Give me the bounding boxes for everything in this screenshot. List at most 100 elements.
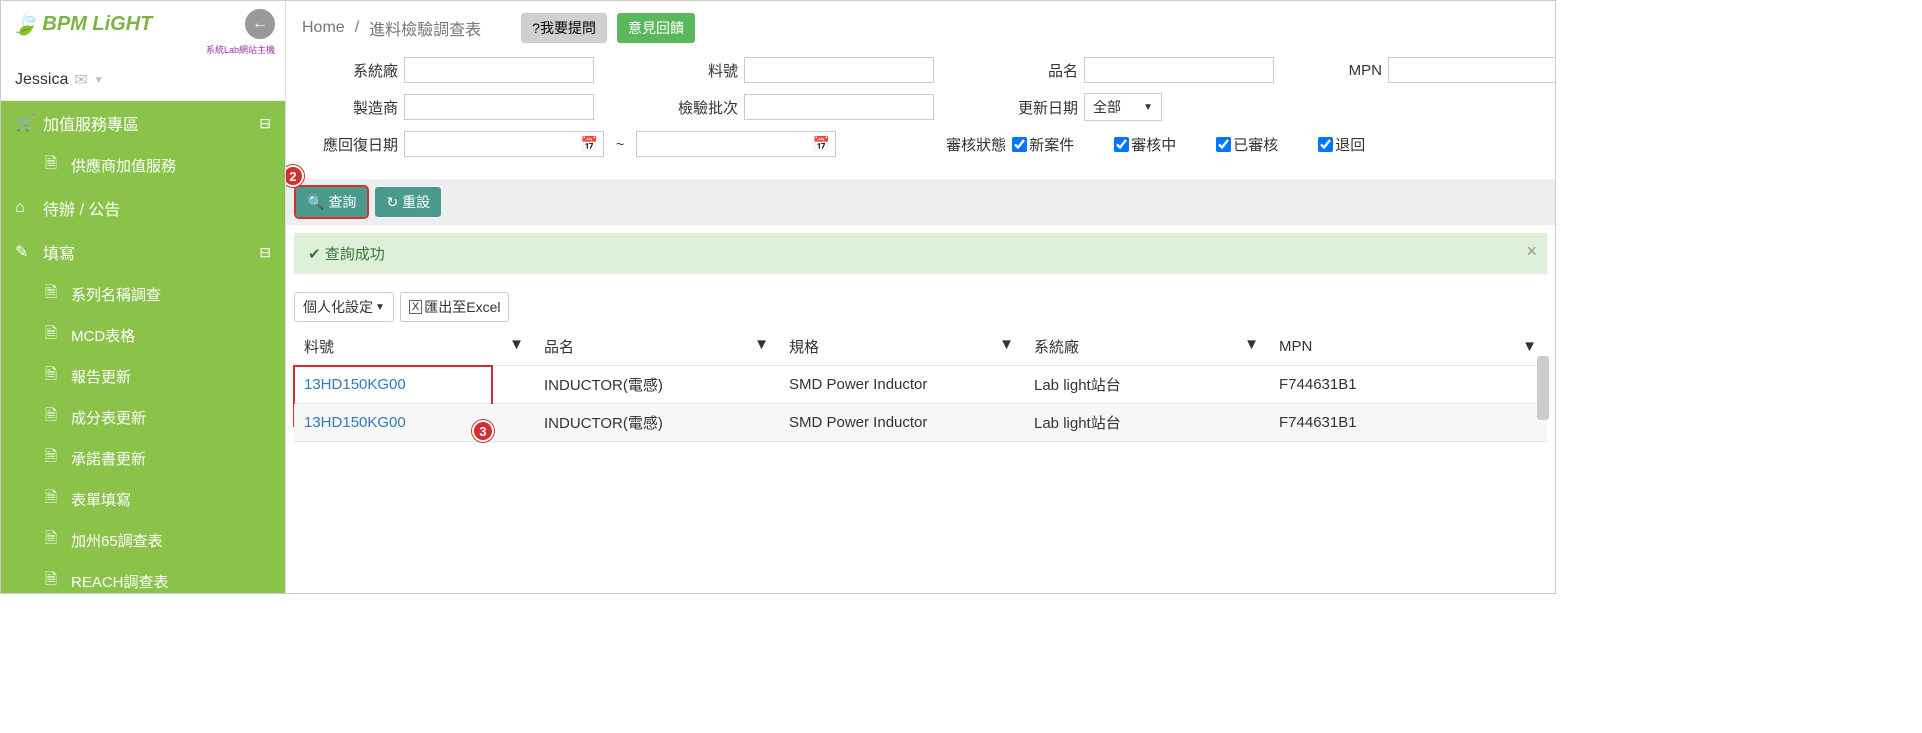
leaf-icon: 🍃: [11, 11, 38, 37]
filter-icon[interactable]: ▼: [754, 336, 769, 353]
nav-item-prop65[interactable]: 🗎加州65調查表: [1, 520, 285, 561]
file-icon: 🗎: [45, 323, 63, 348]
mail-icon: ✉: [74, 70, 87, 90]
calendar-icon[interactable]: 📅: [581, 136, 598, 153]
file-icon: 🗎: [45, 569, 63, 593]
file-icon: 🗎: [45, 153, 63, 178]
input-lot[interactable]: [744, 94, 934, 120]
nav-section-value[interactable]: 🛒 加值服務專區 ⊟: [1, 101, 285, 145]
nav-item-supplier-value[interactable]: 🗎 供應商加值服務: [1, 145, 285, 186]
select-updated[interactable]: 全部: [1084, 93, 1162, 121]
chk-approved[interactable]: 已審核: [1216, 134, 1312, 155]
label-name: 品名: [982, 60, 1078, 81]
cell-mpn: F744631B1: [1269, 404, 1547, 442]
col-pn[interactable]: 料號▼: [294, 328, 534, 366]
label-pn: 料號: [642, 60, 738, 81]
input-pn[interactable]: [744, 57, 934, 83]
label-due: 應回復日期: [302, 134, 398, 155]
edit-icon: ✎: [15, 242, 43, 262]
calendar-icon[interactable]: 📅: [813, 136, 830, 153]
arrow-left-icon: ←: [252, 15, 268, 33]
ask-button[interactable]: ?我要提問: [521, 13, 607, 43]
table-toolbar: 個人化設定▼ X匯出至Excel: [286, 282, 1555, 328]
callout-marker-2: 2: [286, 165, 304, 187]
breadcrumb: Home / 進料檢驗調查表 ?我要提問 意見回饋: [286, 1, 1555, 53]
filter-icon[interactable]: ▼: [1244, 336, 1259, 353]
file-icon: 🗎: [45, 528, 63, 553]
export-excel-button[interactable]: X匯出至Excel: [400, 292, 510, 322]
cell-spec: SMD Power Inductor: [779, 366, 1024, 404]
sidebar: 🍃 BPM LiGHT ← 系統Lab網站主機 Jessica ✉ ▼ 🛒 加值…: [1, 1, 286, 593]
nav-item-form[interactable]: 🗎表單填寫: [1, 479, 285, 520]
col-system[interactable]: 系統廠▼: [1024, 328, 1269, 366]
nav-item-reach[interactable]: 🗎REACH調查表: [1, 561, 285, 593]
pn-link[interactable]: 13HD150KG00: [304, 414, 406, 431]
label-maker: 製造商: [302, 97, 398, 118]
label-status: 審核狀態: [910, 134, 1006, 155]
feedback-button[interactable]: 意見回饋: [617, 13, 695, 43]
nav-item-commitment[interactable]: 🗎承諾書更新: [1, 438, 285, 479]
nav-item-mcd[interactable]: 🗎MCD表格: [1, 315, 285, 356]
file-icon: 🗎: [45, 446, 63, 471]
filter-icon[interactable]: ▼: [1522, 338, 1537, 355]
col-name[interactable]: 品名▼: [534, 328, 779, 366]
input-due-to[interactable]: [636, 131, 836, 157]
minus-icon: ⊟: [259, 115, 271, 132]
search-button[interactable]: 🔍查詢: [296, 187, 367, 217]
user-name: Jessica: [15, 71, 68, 89]
personalize-dropdown[interactable]: 個人化設定▼: [294, 292, 394, 322]
col-spec[interactable]: 規格▼: [779, 328, 1024, 366]
nav-item-ingredient[interactable]: 🗎成分表更新: [1, 397, 285, 438]
cell-system: Lab light站台: [1024, 366, 1269, 404]
callout-marker-3: 3: [472, 420, 494, 442]
pn-link[interactable]: 13HD150KG00: [304, 376, 406, 393]
action-bar: 2 🔍查詢 ↻重設: [286, 179, 1555, 225]
collapse-sidebar-button[interactable]: ←: [245, 9, 275, 39]
nav-item-report[interactable]: 🗎報告更新: [1, 356, 285, 397]
input-due-from[interactable]: [404, 131, 604, 157]
nav: 🛒 加值服務專區 ⊟ 🗎 供應商加值服務 ⌂ 待辦 / 公告 ✎ 填寫 ⊟ 🗎系…: [1, 101, 285, 593]
input-mpn[interactable]: [1388, 57, 1555, 83]
input-name[interactable]: [1084, 57, 1274, 83]
search-icon: 🔍: [307, 194, 324, 211]
label-updated: 更新日期: [982, 97, 1078, 118]
breadcrumb-home[interactable]: Home: [302, 19, 345, 37]
cart-icon: 🛒: [15, 113, 43, 133]
user-row[interactable]: Jessica ✉ ▼: [1, 60, 285, 101]
breadcrumb-current: 進料檢驗調查表: [369, 16, 481, 40]
alert-success: ✔ 查詢成功 ×: [294, 233, 1547, 274]
cell-mpn: F744631B1: [1269, 366, 1547, 404]
caret-down-icon: ▼: [375, 302, 385, 313]
tilde: ~: [616, 136, 624, 152]
excel-icon: X: [409, 300, 422, 314]
cell-name: INDUCTOR(電感): [534, 404, 779, 442]
chk-new[interactable]: 新案件: [1012, 134, 1108, 155]
cell-spec: SMD Power Inductor: [779, 404, 1024, 442]
refresh-icon: ↻: [386, 194, 398, 211]
label-lot: 檢驗批次: [642, 97, 738, 118]
cell-system: Lab light站台: [1024, 404, 1269, 442]
minus-icon: ⊟: [259, 244, 271, 261]
filter-icon[interactable]: ▼: [509, 336, 524, 353]
nav-section-fill[interactable]: ✎ 填寫 ⊟: [1, 230, 285, 274]
nav-item-series[interactable]: 🗎系列名稱調查: [1, 274, 285, 315]
chk-reviewing[interactable]: 審核中: [1114, 134, 1210, 155]
scrollbar-vertical[interactable]: [1537, 356, 1549, 420]
filter-icon[interactable]: ▼: [999, 336, 1014, 353]
label-mpn: MPN: [1322, 62, 1382, 79]
home-icon: ⌂: [15, 199, 43, 217]
logo-subtitle: 系統Lab網站主機: [1, 43, 285, 60]
input-maker[interactable]: [404, 94, 594, 120]
results-table-wrap: 料號▼ 品名▼ 規格▼ 系統廠▼ MPN▼ 13HD150KG00 INDUCTO…: [294, 328, 1547, 442]
nav-section-todo[interactable]: ⌂ 待辦 / 公告: [1, 186, 285, 230]
file-icon: 🗎: [45, 364, 63, 389]
input-system[interactable]: [404, 57, 594, 83]
alert-close-button[interactable]: ×: [1526, 241, 1537, 262]
chk-rejected[interactable]: 退回: [1318, 134, 1414, 155]
check-icon: ✔: [308, 246, 321, 263]
cell-name: INDUCTOR(電感): [534, 366, 779, 404]
reset-button[interactable]: ↻重設: [375, 187, 441, 217]
label-system: 系統廠: [302, 60, 398, 81]
col-mpn[interactable]: MPN▼: [1269, 328, 1547, 366]
filter-form: 系統廠 料號 品名 MPN 製造商 檢驗批次 更新日期 全部 應回復日期 📅 ~…: [286, 53, 1555, 179]
